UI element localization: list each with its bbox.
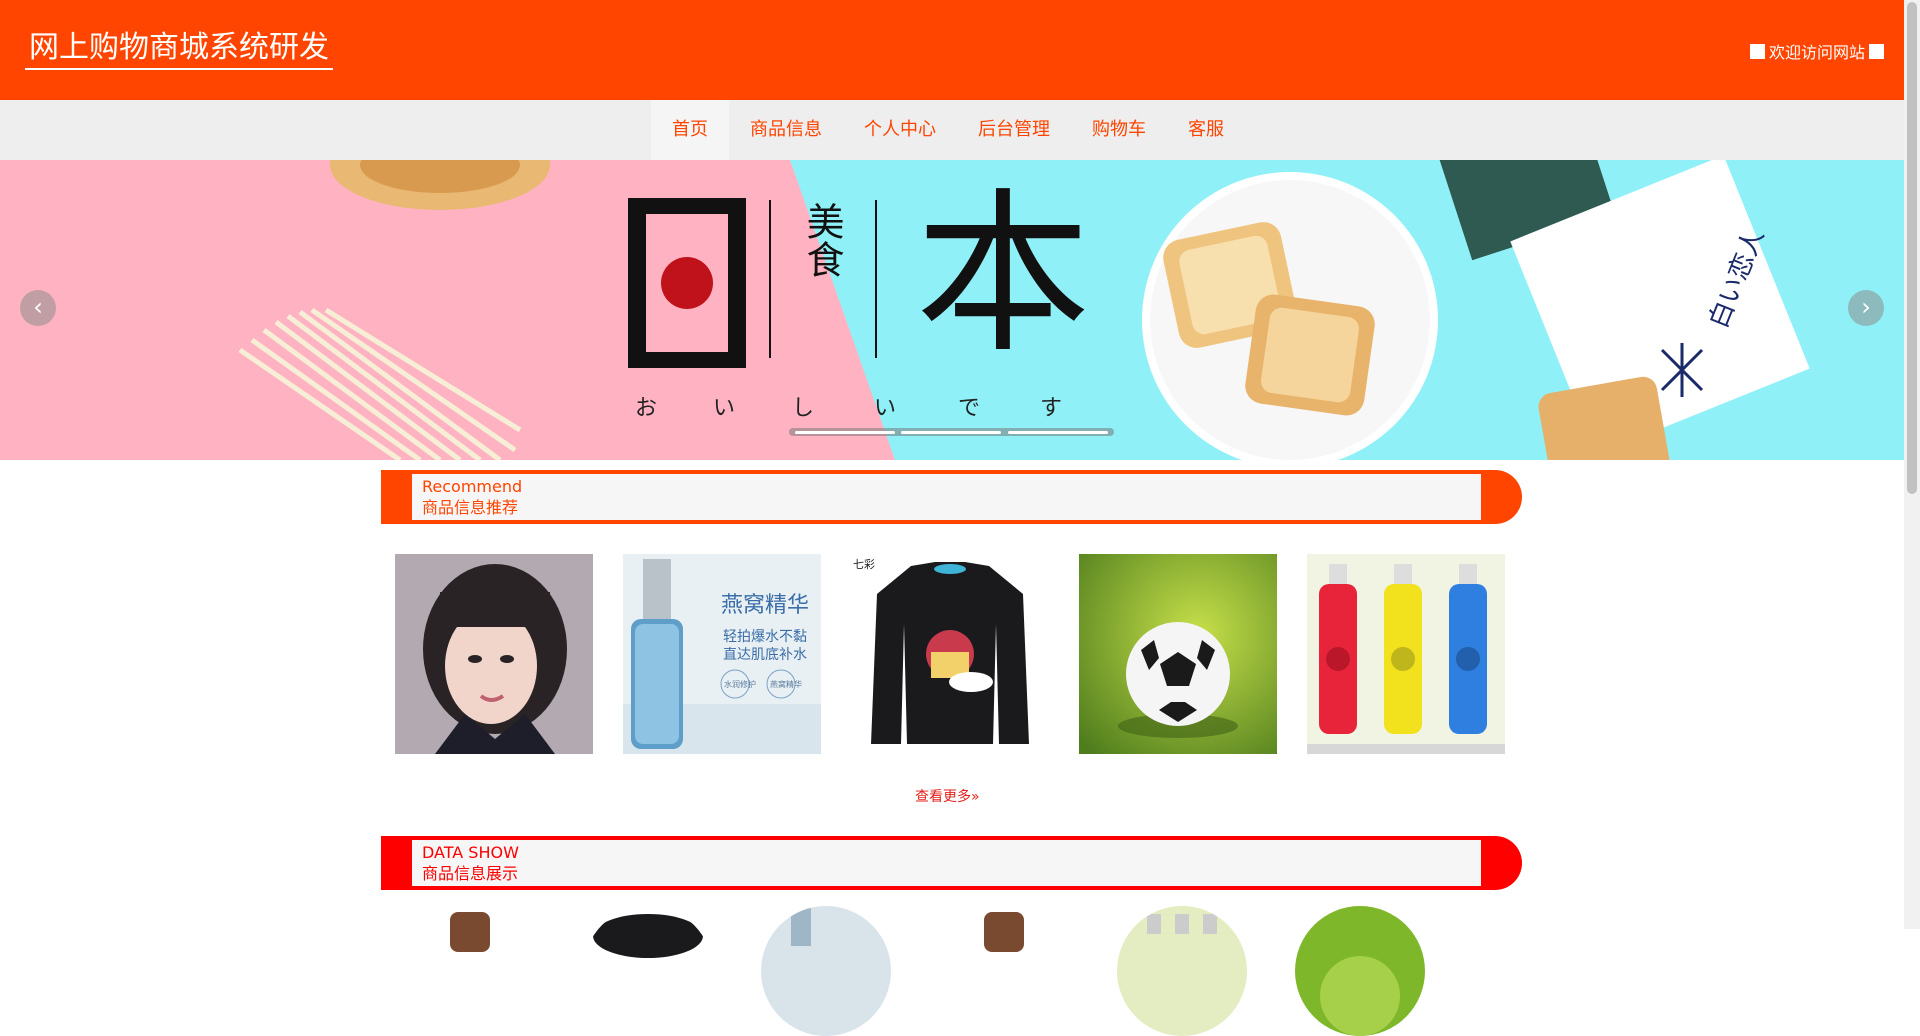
tagline-char: で	[958, 396, 980, 421]
main-nav: 首页 商品信息 个人中心 后台管理 购物车 客服	[0, 100, 1904, 160]
banner-headline-glyph: 本	[916, 174, 1091, 377]
product-image-perfume	[791, 906, 811, 946]
product-image-colored-bottles	[1147, 914, 1217, 934]
carousel-indicator[interactable]	[1007, 430, 1108, 434]
nav-item-products[interactable]: 商品信息	[729, 100, 843, 160]
banner-carousel[interactable]: 美食 日本 本 お い し い で す 白い恋人	[0, 160, 1904, 460]
site-title[interactable]: 网上购物商城系统研发	[25, 28, 333, 70]
product-card[interactable]	[395, 554, 593, 754]
recommend-products: 燕窝精华 轻拍爆水不黏 直达肌底补水 水润修护 燕窝精华 七彩	[395, 554, 1505, 754]
tagline-char: お	[635, 396, 657, 421]
product-card[interactable]	[1307, 554, 1505, 754]
product-image-girl-portrait	[395, 554, 593, 754]
datashow-header: DATA SHOW 商品信息展示	[381, 836, 1522, 890]
chevron-right-icon: ›	[1861, 293, 1871, 321]
recommend-title-en: Recommend	[422, 477, 523, 496]
carousel-indicator[interactable]	[901, 430, 1002, 434]
product-image-black-tshirt	[593, 914, 703, 958]
banner-image: 美食 日本 本 お い し い で す 白い恋人	[0, 160, 1904, 460]
site-header: 网上购物商城系统研发 欢迎访问网站	[0, 0, 1904, 100]
product-image-perfume-serum: 燕窝精华 轻拍爆水不黏 直达肌底补水 水润修护 燕窝精华	[623, 554, 821, 754]
carousel-indicator[interactable]	[795, 430, 896, 434]
nav-item-admin[interactable]: 后台管理	[957, 100, 1071, 160]
banner-side-chars: 美食	[800, 202, 844, 278]
datashow-item[interactable]	[1295, 906, 1425, 1036]
tagline-char: い	[874, 396, 896, 421]
datashow-item[interactable]	[1117, 906, 1247, 1036]
view-more-link[interactable]: 查看更多»	[915, 786, 980, 806]
square-icon	[1869, 43, 1884, 59]
scrollbar-thumb[interactable]	[1907, 2, 1917, 494]
product-image-soccer-ball	[1079, 554, 1277, 754]
chevron-left-icon: ‹	[33, 293, 43, 321]
product-image-colored-bottles	[1307, 554, 1505, 754]
welcome-text: 欢迎访问网站	[1749, 39, 1884, 63]
datashow-title-cn: 商品信息展示	[422, 864, 519, 883]
nav-item-service[interactable]: 客服	[1167, 100, 1245, 160]
nav-item-home[interactable]: 首页	[651, 100, 729, 160]
product-card[interactable]	[1079, 554, 1277, 754]
datashow-products	[405, 906, 1425, 1036]
serum-tag2: 燕窝精华	[770, 679, 802, 689]
product-image-soccer-ball	[1320, 956, 1400, 1036]
product-image-black-tshirt: 七彩	[851, 554, 1049, 754]
datashow-title-en: DATA SHOW	[422, 843, 519, 862]
serum-text-sub1: 轻拍爆水不黏	[723, 629, 807, 645]
product-card[interactable]: 燕窝精华 轻拍爆水不黏 直达肌底补水 水润修护 燕窝精华	[623, 554, 821, 754]
tagline-char: す	[1040, 396, 1062, 421]
serum-text-main: 燕窝精华	[721, 593, 809, 618]
serum-tag1: 水润修护	[724, 679, 756, 689]
product-card[interactable]: 七彩	[851, 554, 1049, 754]
carousel-next-button[interactable]: ›	[1848, 290, 1884, 326]
tagline-char: い	[713, 396, 735, 421]
product-image-bottle	[450, 912, 490, 952]
datashow-item[interactable]	[583, 906, 713, 1036]
tshirt-tag: 七彩	[853, 558, 875, 571]
nav-item-profile[interactable]: 个人中心	[843, 100, 957, 160]
datashow-item[interactable]	[761, 906, 891, 1036]
datashow-item[interactable]	[405, 906, 535, 1036]
tagline-char: し	[792, 396, 814, 421]
recommend-title-cn: 商品信息推荐	[422, 498, 519, 517]
page-scrollbar[interactable]	[1904, 0, 1920, 929]
recommend-header: Recommend 商品信息推荐	[381, 470, 1522, 524]
view-more-label: 查看更多	[915, 789, 971, 805]
carousel-prev-button[interactable]: ‹	[20, 290, 56, 326]
carousel-indicators	[789, 428, 1114, 436]
nav-item-cart[interactable]: 购物车	[1071, 100, 1167, 160]
square-icon	[1749, 43, 1765, 59]
serum-text-sub2: 直达肌底补水	[723, 646, 807, 663]
product-image-bottle	[984, 912, 1024, 952]
datashow-item[interactable]	[939, 906, 1069, 1036]
double-chevron-right-icon: »	[971, 789, 980, 805]
welcome-label: 欢迎访问网站	[1768, 43, 1865, 62]
